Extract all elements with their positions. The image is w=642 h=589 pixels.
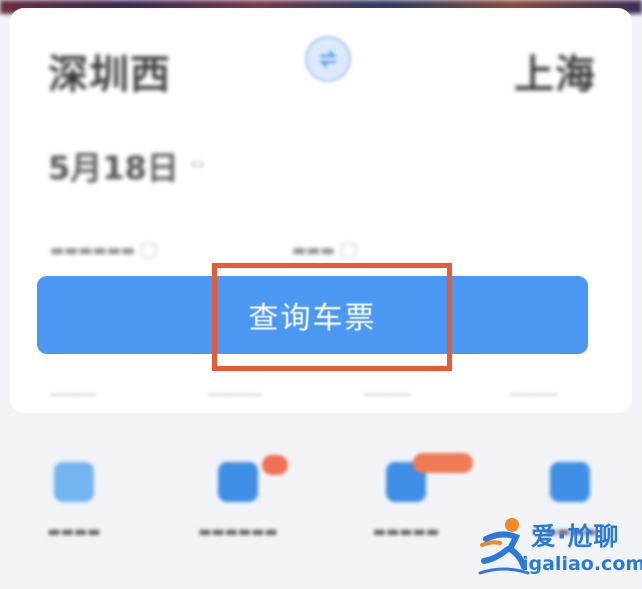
query-tickets-button[interactable]: 查询车票 — [37, 276, 588, 354]
service-label-placeholder: ▬▬▬▬ — [47, 524, 101, 540]
watermark-domain: igaliao.com — [522, 553, 642, 575]
option-label-placeholder: ▬▬▬ — [292, 241, 335, 259]
service-item[interactable]: ▬▬▬▬ — [14, 462, 134, 540]
download-icon — [550, 462, 590, 502]
ticket-icon — [218, 462, 258, 502]
checkbox-icon[interactable] — [141, 242, 157, 258]
service-label-placeholder: ▬▬▬▬▬ — [372, 524, 440, 540]
history-item[interactable]: ─────── — [207, 388, 262, 403]
arrival-station[interactable]: 上海 — [514, 42, 596, 100]
option-high-speed-only[interactable]: ▬▬▬▬▬▬ — [50, 241, 157, 259]
option-label-placeholder: ▬▬▬▬▬▬ — [50, 241, 136, 259]
watermark: 爱·尬聊 igaliao.com — [478, 515, 642, 583]
service-label-placeholder: ▬▬▬▬▬▬ — [198, 524, 278, 540]
checkbox-icon[interactable] — [340, 242, 356, 258]
date-weekday-placeholder: ▭ — [191, 156, 205, 172]
departure-station[interactable]: 深圳西 — [48, 42, 171, 100]
history-item[interactable]: ────── — [50, 388, 97, 403]
option-student-ticket[interactable]: ▬▬▬ — [292, 241, 356, 259]
query-button-label: 查询车票 — [248, 301, 377, 336]
promo-badge — [413, 453, 473, 473]
history-item[interactable]: ────── — [510, 388, 557, 403]
watermark-text: 爱·尬聊 — [531, 522, 620, 551]
station-map-icon — [54, 462, 94, 502]
departure-date[interactable]: 5月18日 — [48, 143, 179, 189]
swap-arrows-icon — [319, 50, 337, 68]
notification-badge — [262, 455, 288, 475]
swap-stations-icon[interactable] — [305, 36, 351, 82]
service-item[interactable]: ▬▬▬▬▬ — [346, 462, 466, 540]
history-item[interactable]: ────── — [364, 388, 411, 403]
